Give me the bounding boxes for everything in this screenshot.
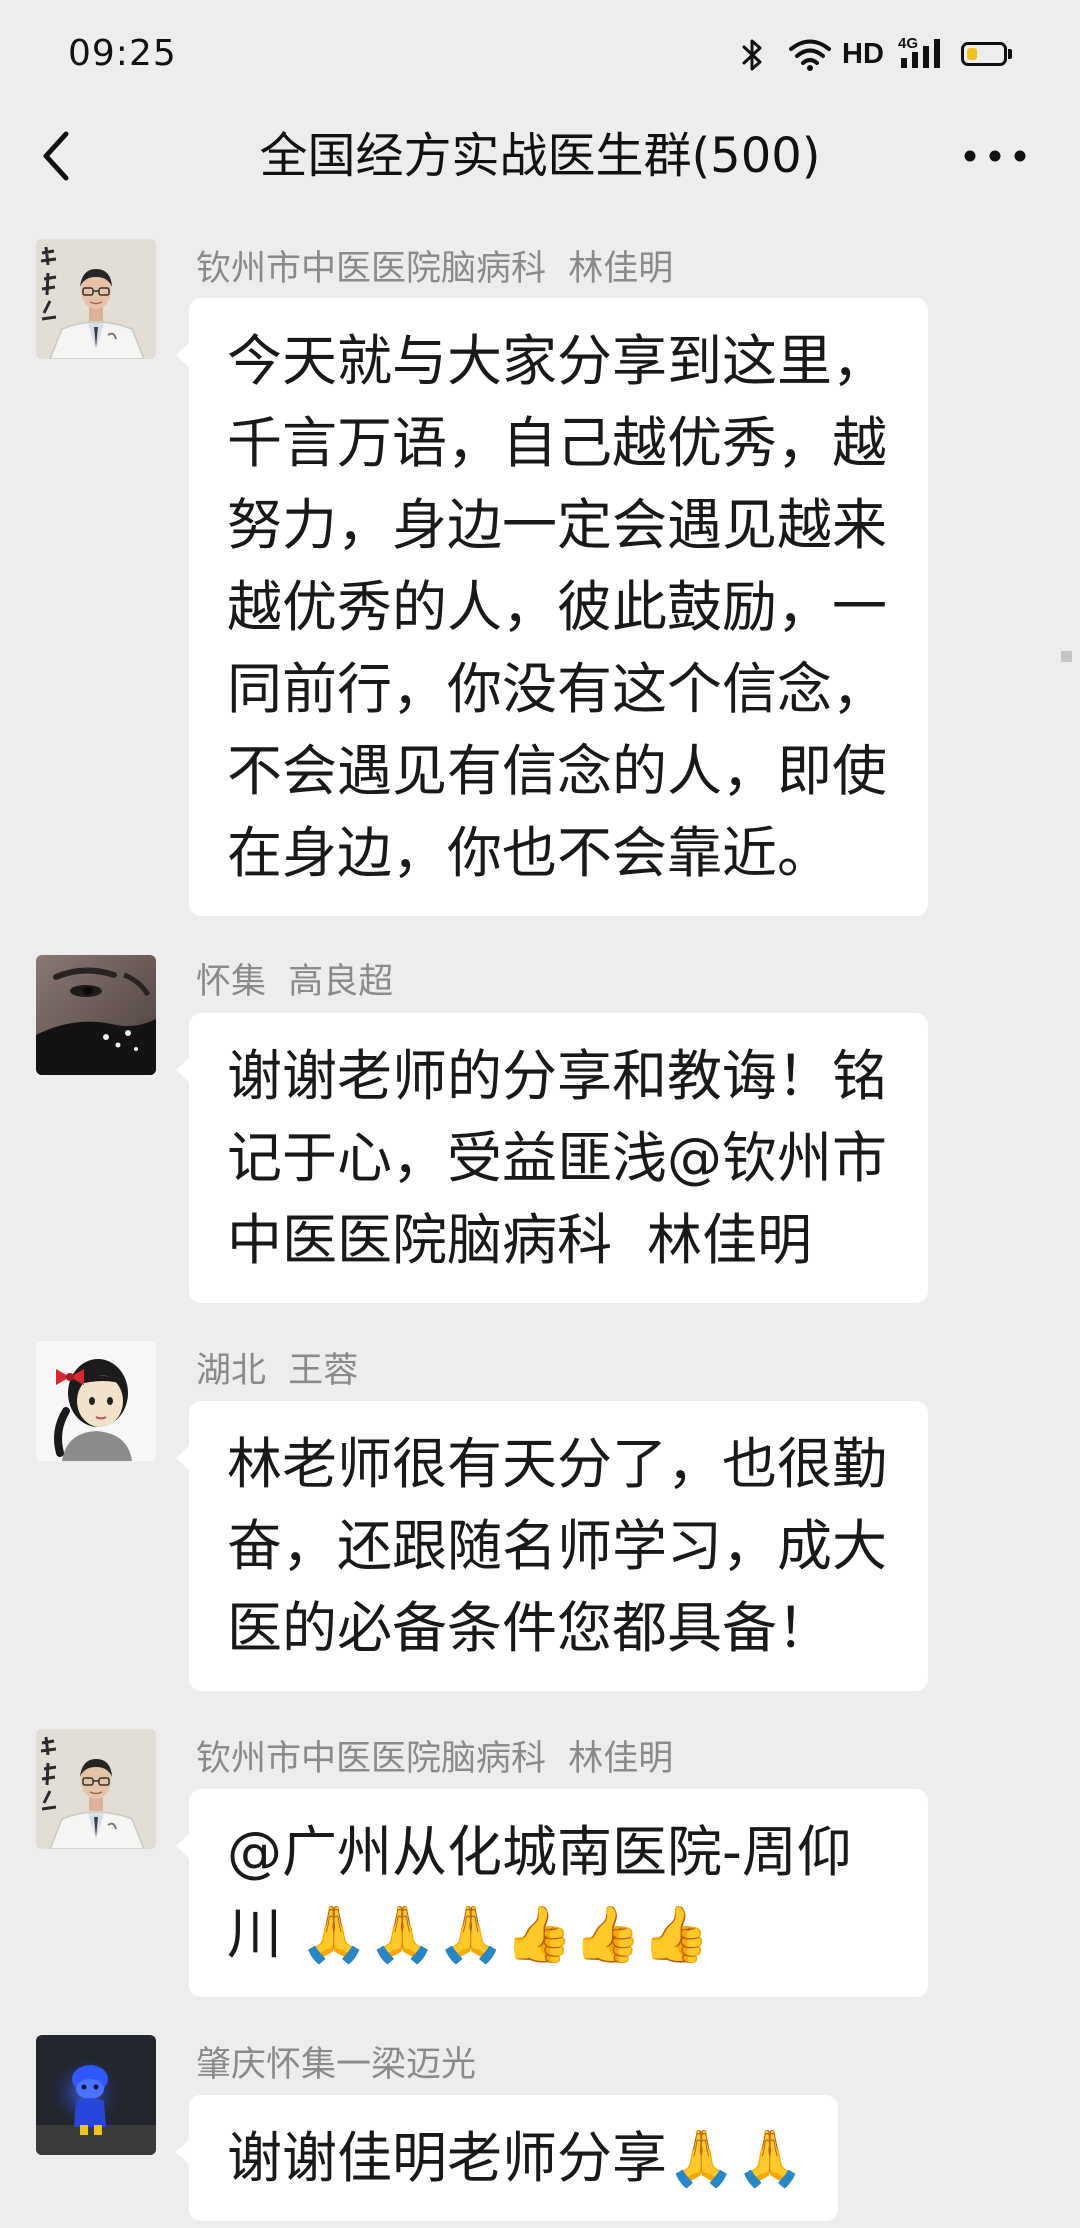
- message-bubble[interactable]: 今天就与大家分享到这里，千言万语，自己越优秀，越努力，身边一定会遇见越来越优秀的…: [176, 298, 928, 916]
- sender-name: 肇庆怀集一梁迈光: [196, 2045, 477, 2085]
- scroll-indicator[interactable]: [1061, 651, 1072, 662]
- message-bubble[interactable]: 谢谢老师的分享和教诲！铭记于心，受益匪浅@钦州市中医医院脑病科 林佳明: [176, 1013, 928, 1303]
- sender-name: 钦州市中医医院脑病科 林佳明: [196, 249, 674, 289]
- blue-figure-avatar: [36, 2035, 156, 2155]
- avatar[interactable]: [36, 1341, 156, 1461]
- doctor-photo-avatar: [36, 1729, 156, 1849]
- message-bubble[interactable]: 林老师很有天分了，也很勤奋，还跟随名师学习，成大医的必备条件您都具备！: [176, 1401, 928, 1691]
- battery-icon: [961, 42, 1007, 66]
- bluetooth-icon: [742, 39, 762, 71]
- face-closeup-avatar: [36, 955, 156, 1075]
- signal-bars-icon: [901, 39, 940, 68]
- sender-name: 怀集 高良超: [196, 962, 394, 1002]
- sender-name: 钦州市中医医院脑病科 林佳明: [196, 1739, 674, 1779]
- battery-level-fill: [967, 48, 978, 60]
- avatar[interactable]: [36, 239, 156, 359]
- message-bubble[interactable]: @广州从化城南医院-周仰川 🙏🙏🙏👍👍👍: [176, 1789, 928, 1997]
- back-arrow-icon[interactable]: [30, 120, 90, 192]
- battery-cap: [1008, 49, 1012, 59]
- avatar[interactable]: [36, 2035, 156, 2155]
- more-dots-icon[interactable]: [958, 138, 1032, 174]
- hd-label: HD: [842, 38, 884, 70]
- doctor-photo-avatar: [36, 239, 156, 359]
- avatar[interactable]: [36, 955, 156, 1075]
- sender-name: 湖北 王蓉: [196, 1351, 359, 1391]
- cartoon-girl-avatar: [36, 1341, 156, 1461]
- page-title: 全国经方实战医生群(500): [259, 128, 821, 184]
- message-bubble[interactable]: 谢谢佳明老师分享🙏🙏: [176, 2095, 838, 2221]
- wifi-icon: [789, 39, 831, 71]
- status-time: 09:25: [68, 33, 177, 74]
- avatar[interactable]: [36, 1729, 156, 1849]
